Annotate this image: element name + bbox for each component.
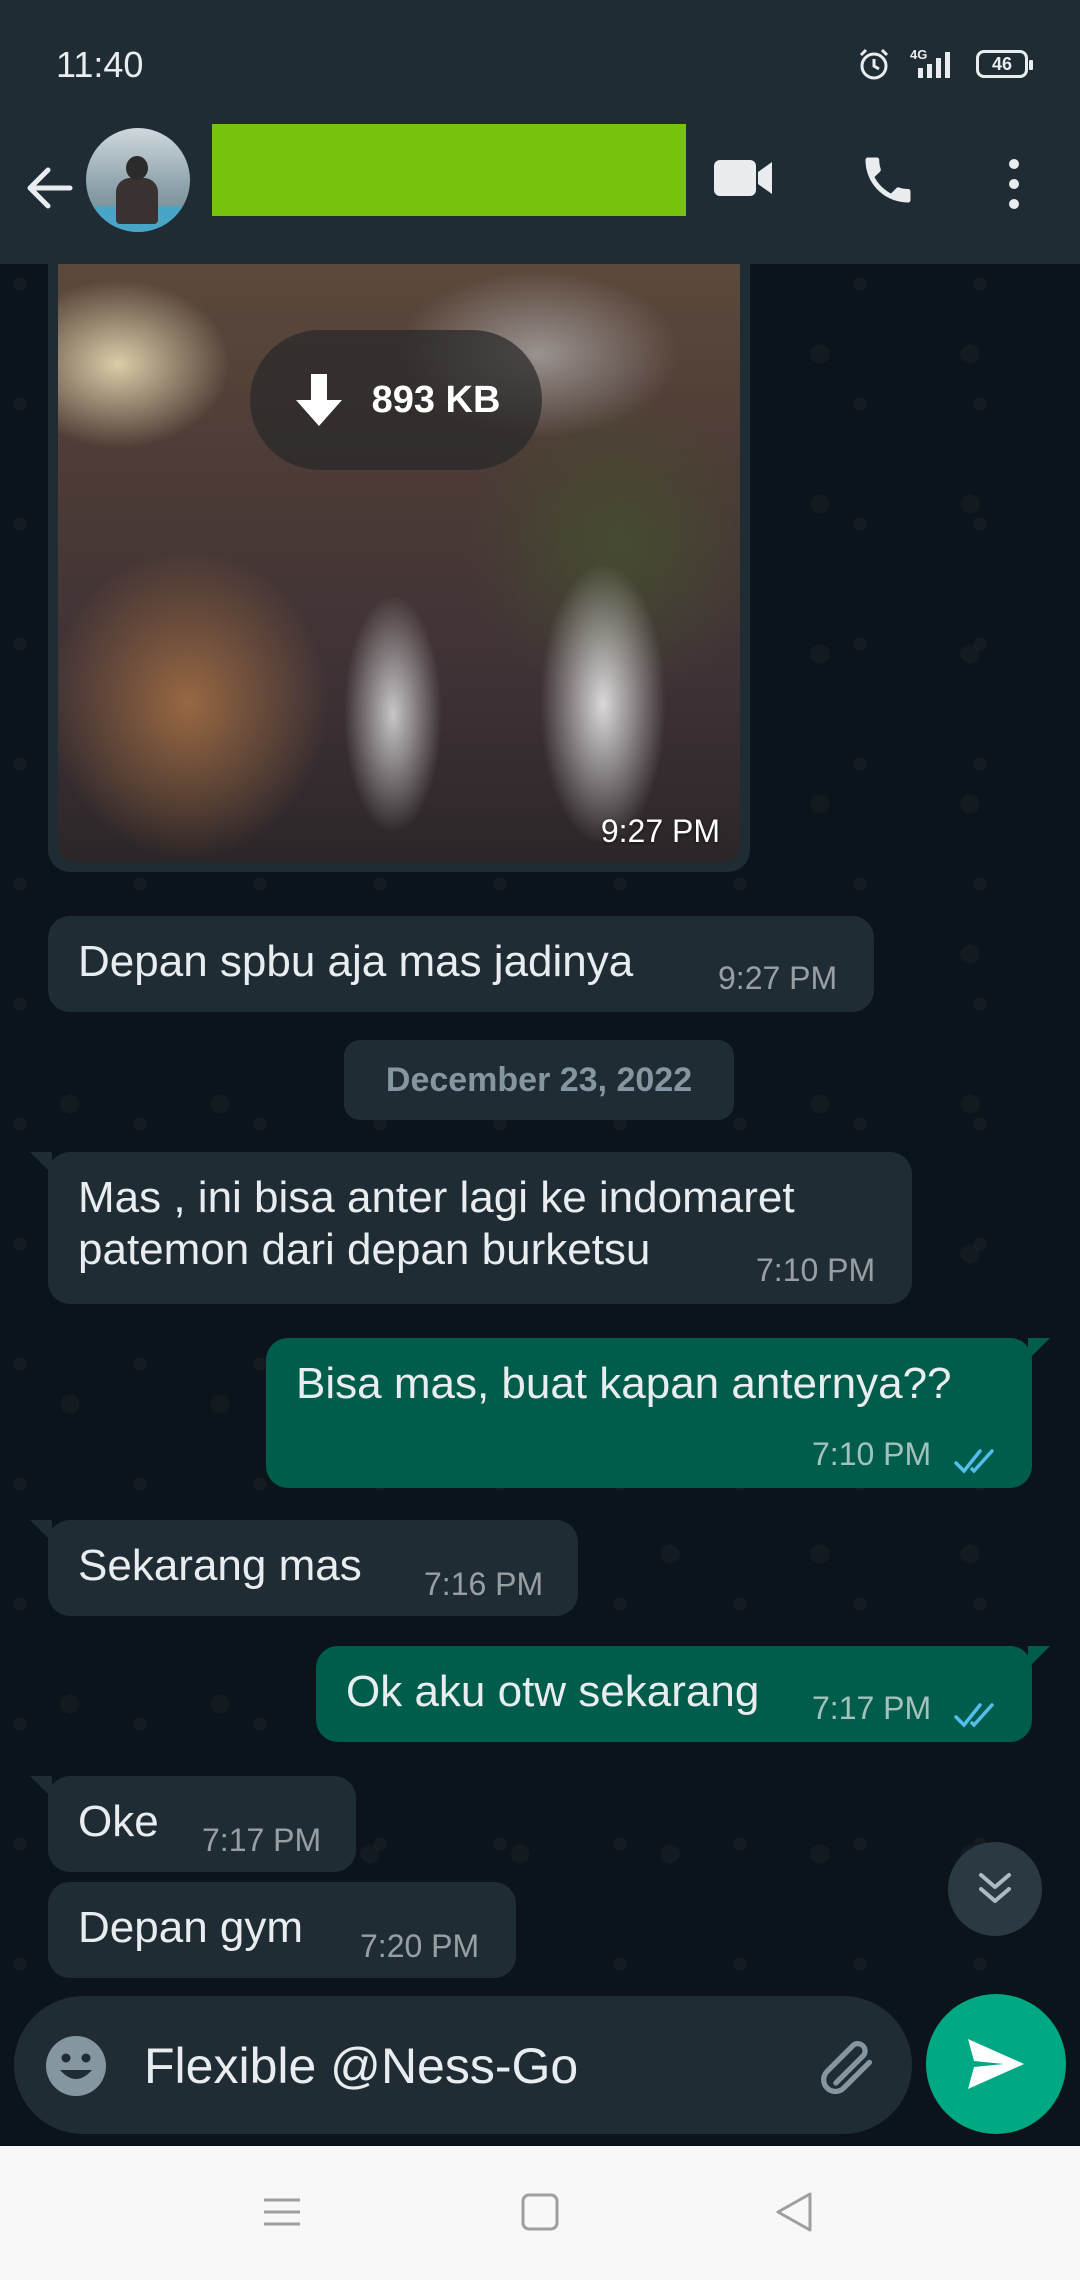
blurred-image-preview[interactable]: 893 KB 9:27 PM: [58, 264, 740, 862]
message-time: 9:27 PM: [718, 960, 838, 996]
scroll-to-bottom-button[interactable]: [948, 1842, 1042, 1936]
message-text-line2: patemon dari depan burketsu: [78, 1225, 651, 1274]
send-icon: [968, 2039, 1024, 2089]
incoming-message[interactable]: Depan gym 7:20 PM: [48, 1882, 516, 1978]
composer: [14, 1996, 912, 2134]
message-text: Depan spbu aja mas jadinya: [78, 937, 634, 986]
message-time: 7:17 PM: [812, 1690, 932, 1726]
contact-name-redacted[interactable]: [212, 124, 686, 216]
read-receipt-icon: [954, 1438, 1004, 1488]
voice-call-icon[interactable]: [858, 150, 918, 215]
message-text: Sekarang mas: [78, 1541, 362, 1590]
message-input[interactable]: [144, 2026, 804, 2106]
status-time: 11:40: [56, 44, 144, 85]
message-time: 7:16 PM: [424, 1566, 544, 1602]
message-time: 7:10 PM: [756, 1252, 876, 1288]
nav-back-icon[interactable]: [774, 2190, 814, 2239]
download-button[interactable]: 893 KB: [250, 330, 542, 470]
message-text: Bisa mas, buat kapan anternya??: [296, 1359, 952, 1408]
recent-apps-icon[interactable]: [262, 2192, 302, 2237]
send-button[interactable]: [926, 1994, 1066, 2134]
message-time: 7:10 PM: [812, 1436, 932, 1472]
double-chevron-down-icon: [979, 1873, 1011, 1903]
incoming-message[interactable]: Depan spbu aja mas jadinya 9:27 PM: [48, 916, 874, 1012]
incoming-message[interactable]: Sekarang mas 7:16 PM: [30, 1520, 578, 1616]
battery-icon: 46: [976, 50, 1033, 78]
system-navigation-bar: [0, 2146, 1080, 2280]
attach-icon[interactable]: [814, 2032, 884, 2107]
contact-avatar[interactable]: [86, 128, 190, 232]
image-message[interactable]: 893 KB 9:27 PM: [48, 264, 750, 872]
date-label: December 23, 2022: [385, 1060, 693, 1099]
signal-icon: 4G: [910, 46, 958, 82]
read-receipt-icon: [954, 1692, 1004, 1742]
incoming-message[interactable]: Mas , ini bisa anter lagi ke indomaret p…: [30, 1152, 912, 1304]
message-list[interactable]: 893 KB 9:27 PM Depan spbu aja mas jadiny…: [0, 264, 1080, 1994]
alarm-icon: [856, 46, 892, 82]
message-time: 7:20 PM: [360, 1928, 480, 1964]
status-bar: 11:40 4G 46: [0, 0, 1080, 120]
back-arrow-icon[interactable]: [22, 160, 78, 216]
message-time: 9:27 PM: [600, 813, 720, 849]
emoji-icon[interactable]: [44, 2034, 108, 2103]
outgoing-message[interactable]: Bisa mas, buat kapan anternya?? 7:10 PM: [266, 1338, 1050, 1488]
battery-level: 46: [991, 53, 1013, 74]
network-label: 4G: [910, 47, 927, 62]
image-size: 893 KB: [371, 378, 501, 421]
video-call-icon[interactable]: [712, 156, 776, 205]
chat-header: [0, 120, 1080, 264]
status-icons: 4G 46: [856, 44, 1033, 84]
message-text: Oke: [78, 1797, 159, 1846]
more-options-icon[interactable]: [1000, 154, 1028, 219]
message-time: 7:17 PM: [202, 1822, 322, 1858]
message-text-line1: Mas , ini bisa anter lagi ke indomaret: [78, 1173, 795, 1222]
incoming-message[interactable]: Oke 7:17 PM: [30, 1776, 356, 1872]
message-text: Depan gym: [78, 1903, 304, 1952]
date-separator: December 23, 2022: [344, 1040, 734, 1120]
message-text: Ok aku otw sekarang: [346, 1667, 760, 1716]
outgoing-message[interactable]: Ok aku otw sekarang 7:17 PM: [316, 1646, 1050, 1742]
download-icon: [295, 374, 342, 426]
home-icon[interactable]: [520, 2192, 560, 2237]
